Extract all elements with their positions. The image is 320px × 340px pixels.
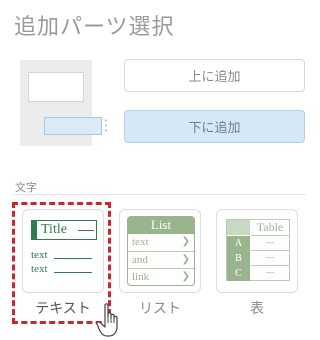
table-thumb-cell: — (251, 250, 289, 265)
table-thumb-row-header: B (227, 251, 250, 266)
table-thumb-row-header: A (227, 236, 250, 251)
chevron-right-icon: ❯ (181, 271, 190, 282)
placement-preview (20, 60, 102, 146)
list-thumb-item: text ❯ (132, 236, 190, 248)
table-thumb-cell: — (251, 265, 289, 280)
list-thumb-body: text ❯ and ❯ link ❯ (127, 234, 195, 286)
list-thumb-item: and ❯ (128, 251, 194, 268)
part-card-list[interactable]: List text ❯ and ❯ link ❯ (119, 209, 201, 293)
hand-pointer-icon (96, 303, 118, 337)
section-label-text: 文字 (15, 181, 37, 194)
table-thumb: Table A — B — C — (226, 219, 290, 281)
part-label-list: リスト (139, 301, 181, 317)
drag-handle-icon (104, 118, 108, 134)
preview-insert-position (44, 117, 102, 135)
panel-title: 追加パーツ選択 (14, 15, 175, 40)
section-divider (14, 194, 306, 195)
part-card-table[interactable]: Table A — B — C — (216, 209, 298, 293)
table-thumb-header: Table (256, 220, 284, 234)
add-above-button[interactable]: 上に追加 (124, 59, 305, 92)
list-thumb-header: List (127, 216, 195, 234)
chevron-right-icon: ❯ (181, 254, 190, 265)
add-below-button[interactable]: 下に追加 (124, 110, 305, 143)
part-label-table: 表 (250, 301, 264, 317)
table-thumb-cell: — (251, 235, 289, 250)
table-thumb-row-header: C (227, 266, 250, 281)
list-thumb-item: link ❯ (128, 268, 194, 285)
chevron-right-icon: ❯ (181, 236, 190, 247)
preview-existing-block (28, 72, 84, 102)
